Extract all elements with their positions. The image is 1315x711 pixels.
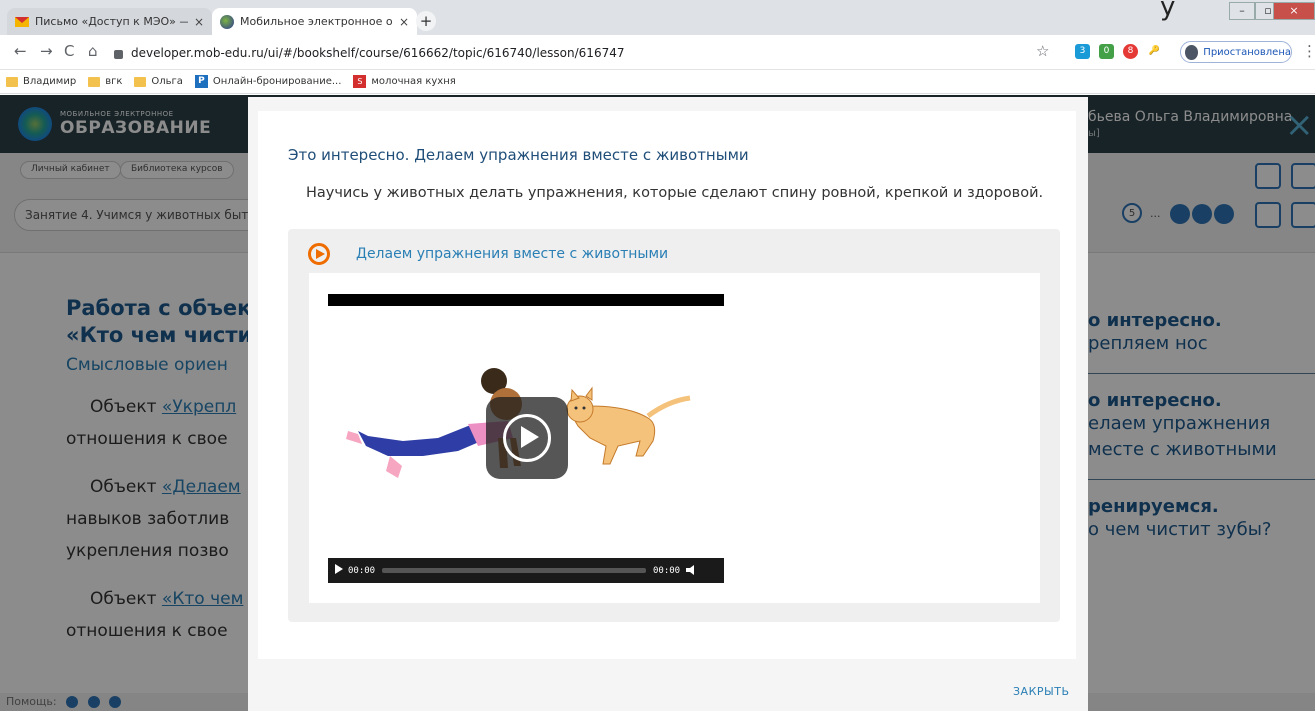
play-button[interactable] bbox=[486, 397, 568, 479]
tab-close-icon[interactable]: × bbox=[399, 15, 409, 29]
forward-icon[interactable]: → bbox=[40, 42, 53, 60]
corner-glyph: у bbox=[1160, 0, 1176, 22]
video-play-icon bbox=[308, 243, 330, 265]
booking-icon: P bbox=[194, 75, 208, 88]
bookmark-item[interactable]: Sмолочная кухня bbox=[353, 75, 456, 88]
modal-title: Это интересно. Делаем упражнения вместе … bbox=[288, 146, 749, 164]
avatar bbox=[1185, 44, 1199, 60]
bookmark-item[interactable]: Ольга bbox=[134, 76, 183, 87]
folder-icon bbox=[6, 76, 18, 87]
bookmark-star-icon[interactable]: ☆ bbox=[1036, 42, 1049, 60]
folder-icon bbox=[134, 76, 147, 87]
lock-icon bbox=[114, 49, 123, 59]
window-close-button[interactable]: × bbox=[1273, 2, 1315, 20]
bookmark-item[interactable]: Владимир bbox=[6, 76, 76, 87]
object-modal: Это интересно. Делаем упражнения вместе … bbox=[248, 97, 1088, 711]
duration: 00:00 bbox=[653, 566, 681, 576]
key-icon[interactable]: 🔑 bbox=[1147, 44, 1162, 59]
play-icon[interactable] bbox=[335, 564, 343, 574]
profile-button[interactable]: Приостановлена bbox=[1180, 41, 1292, 63]
folder-icon bbox=[88, 76, 101, 87]
tab-label: Письмо «Доступ к МЭО» — Ро bbox=[35, 15, 188, 28]
ext-blue-icon[interactable]: 3 bbox=[1075, 44, 1090, 59]
address-bar[interactable]: developer.mob-edu.ru/ui/#/bookshelf/cour… bbox=[114, 41, 1064, 65]
bookmark-label: Ольга bbox=[151, 76, 183, 87]
close-button[interactable]: ЗАКРЫТЬ bbox=[1013, 685, 1070, 698]
reload-icon[interactable]: C bbox=[64, 42, 74, 60]
bookmark-label: Онлайн-бронирование... bbox=[212, 76, 342, 87]
new-tab-button[interactable]: + bbox=[416, 11, 436, 31]
media-title: Делаем упражнения вместе с животными bbox=[356, 246, 669, 262]
modal-body: Это интересно. Делаем упражнения вместе … bbox=[258, 111, 1076, 659]
bookmark-label: молочная кухня bbox=[371, 76, 456, 87]
browser-menu-icon[interactable]: ⋮ bbox=[1302, 42, 1315, 60]
video-top-bar bbox=[328, 294, 724, 306]
site-favicon-icon bbox=[220, 14, 234, 29]
home-icon[interactable]: ⌂ bbox=[88, 42, 98, 60]
ext-green-icon[interactable]: 0 bbox=[1099, 44, 1114, 59]
bookmark-item[interactable]: вгк bbox=[88, 76, 122, 87]
tab-label: Мобильное электронное обра bbox=[240, 15, 393, 28]
tab-mail[interactable]: Письмо «Доступ к МЭО» — Ро × bbox=[7, 8, 212, 35]
video-player: 00:00 00:00 bbox=[309, 273, 1040, 603]
bookmark-label: вгк bbox=[105, 76, 123, 87]
bookmarks-bar: Владимир вгк Ольга P Онлайн-бронирование.… bbox=[0, 70, 1315, 94]
url-text: developer.mob-edu.ru/ui/#/bookshelf/cour… bbox=[131, 46, 625, 60]
browser-nav-bar: ← → C ⌂ developer.mob-edu.ru/ui/#/booksh… bbox=[0, 35, 1315, 70]
volume-icon[interactable] bbox=[686, 565, 694, 575]
tab-mobile-education[interactable]: Мобильное электронное обра × bbox=[212, 8, 417, 35]
back-icon[interactable]: ← bbox=[14, 42, 27, 60]
progress-track[interactable] bbox=[382, 568, 646, 573]
media-card: Делаем упражнения вместе с животными 00:… bbox=[288, 229, 1060, 622]
tab-close-icon[interactable]: × bbox=[194, 15, 204, 29]
modal-description: Научись у животных делать упражнения, ко… bbox=[306, 185, 1044, 201]
bookmark-label: Владимир bbox=[23, 76, 77, 87]
minimize-button[interactable]: – bbox=[1229, 2, 1255, 20]
video-controls: 00:00 00:00 bbox=[328, 558, 724, 583]
ext-red-icon[interactable]: 8 bbox=[1123, 44, 1138, 59]
profile-label: Приостановлена bbox=[1203, 46, 1291, 58]
current-time: 00:00 bbox=[348, 566, 376, 576]
site-icon: S bbox=[353, 75, 367, 88]
mail-icon bbox=[15, 16, 29, 27]
browser-tab-bar: Письмо «Доступ к МЭО» — Ро × Мобильное э… bbox=[0, 0, 1315, 35]
bookmark-item[interactable]: P Онлайн-бронирование... bbox=[194, 75, 342, 88]
